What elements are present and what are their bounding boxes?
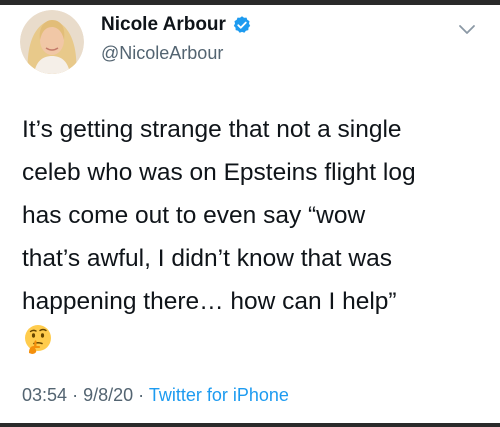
verified-badge-icon xyxy=(233,16,251,33)
top-border xyxy=(0,0,500,5)
tweet-text-line: It’s getting strange that not a single xyxy=(22,116,402,143)
meta-separator: · xyxy=(72,385,79,405)
author-row: Nicole Arbour xyxy=(101,14,252,36)
bottom-border xyxy=(0,423,500,427)
tweet-date[interactable]: 9/8/20 xyxy=(83,385,133,405)
thinking-face-icon xyxy=(25,325,51,354)
tweet-text-line: happening there… how can I help” xyxy=(22,288,397,315)
tweet-text: It’s getting strange that not a single c… xyxy=(22,108,492,323)
tweet-time[interactable]: 03:54 xyxy=(22,385,67,405)
tweet-text-line: celeb who was on Epsteins flight log xyxy=(22,159,416,186)
tweet-source-link[interactable]: Twitter for iPhone xyxy=(149,385,289,405)
avatar-image xyxy=(20,10,84,74)
meta-separator: · xyxy=(138,385,145,405)
chevron-down-icon[interactable] xyxy=(456,18,478,40)
tweet-text-line: has come out to even say “wow xyxy=(22,202,366,229)
author-name[interactable]: Nicole Arbour xyxy=(101,14,226,36)
tweet-text-line: that’s awful, I didn’t know that was xyxy=(22,245,392,272)
tweet-meta: 03:54 · 9/8/20 · Twitter for iPhone xyxy=(22,385,289,406)
avatar[interactable] xyxy=(20,10,84,74)
author-handle[interactable]: @NicoleArbour xyxy=(101,43,223,64)
